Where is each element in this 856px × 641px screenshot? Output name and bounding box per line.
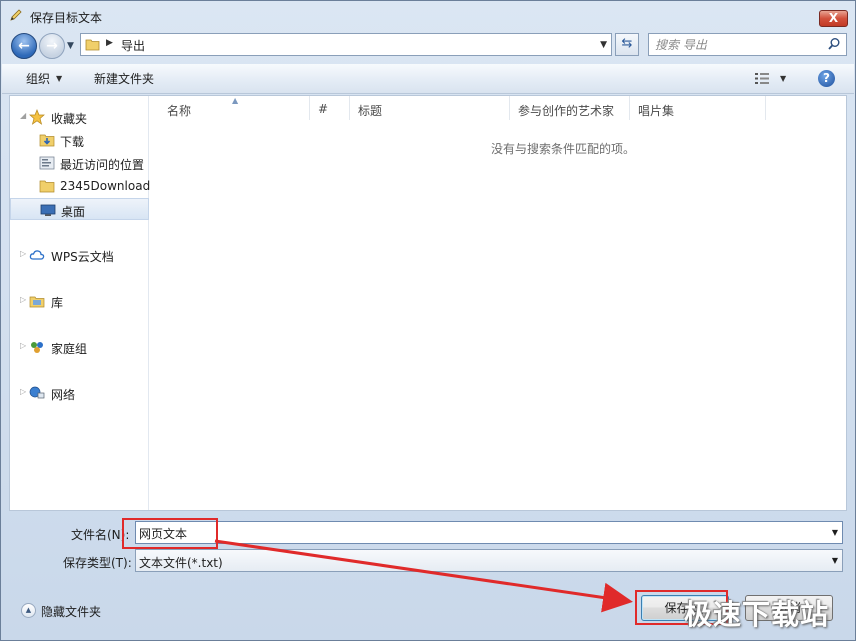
filename-combobox[interactable]: ▼ (135, 521, 843, 544)
address-path[interactable]: 导出 (121, 37, 145, 54)
download-folder-icon (39, 134, 55, 147)
column-header-album[interactable]: 唱片集 (630, 96, 766, 120)
chevron-up-icon[interactable]: ▲ (21, 603, 36, 618)
nav-favorites[interactable]: ◢ 收藏夹 (10, 106, 149, 128)
address-bar[interactable]: ▶ 导出 ▼ (80, 33, 612, 56)
folder-icon (85, 39, 100, 51)
hide-folders-label: 隐藏文件夹 (41, 605, 102, 619)
nav-2345download[interactable]: 2345Download (10, 175, 151, 197)
column-header-title[interactable]: 标题 (350, 96, 510, 120)
expand-icon[interactable]: ▷ (20, 295, 26, 304)
recent-places-icon (39, 156, 55, 170)
nav-label: 下载 (60, 135, 85, 149)
column-header-number[interactable]: # (310, 96, 350, 120)
nav-recent-places[interactable]: 最近访问的位置 (10, 152, 149, 174)
cloud-icon (29, 250, 45, 260)
chevron-down-icon[interactable]: ▼ (832, 528, 838, 537)
expand-icon[interactable]: ◢ (20, 111, 26, 120)
nav-label: WPS云文档 (51, 250, 114, 264)
save-dialog: 保存目标文本 X ← → ▼ ▶ 导出 ▼ ⇆ 组织 ▼ 新建文件夹 ▼ ? (0, 0, 856, 641)
forward-button[interactable]: → (39, 33, 65, 59)
filename-label: 文件名(N): (71, 528, 130, 542)
arrow-left-icon: ← (18, 38, 30, 54)
chevron-right-icon[interactable]: ▶ (106, 38, 113, 48)
column-header-artist[interactable]: 参与创作的艺术家 (510, 96, 630, 120)
chevron-down-icon[interactable]: ▼ (832, 556, 838, 565)
close-icon: X (828, 11, 839, 25)
nav-downloads[interactable]: 下载 (10, 129, 149, 151)
nav-label: 家庭组 (51, 342, 88, 356)
new-folder-button[interactable]: 新建文件夹 (94, 70, 154, 87)
folder-icon (39, 180, 55, 193)
search-box[interactable] (648, 33, 847, 56)
homegroup-icon (31, 342, 43, 353)
chevron-down-icon[interactable]: ▼ (600, 40, 607, 50)
navigation-pane[interactable]: ◢ 收藏夹 下载 最近访问的位置 2345Download 桌面 ▷ WPS云文… (10, 96, 151, 510)
network-icon (29, 386, 45, 399)
nav-network[interactable]: ▷ 网络 (10, 382, 149, 404)
content-area: ◢ 收藏夹 下载 最近访问的位置 2345Download 桌面 ▷ WPS云文… (9, 95, 847, 511)
help-icon[interactable]: ? (818, 70, 835, 87)
nav-label: 桌面 (61, 205, 86, 219)
watermark-text: 极速下载站 (684, 598, 830, 631)
expand-icon[interactable]: ▷ (20, 341, 26, 350)
filetype-value: 文本文件(*.txt) (139, 556, 223, 570)
nav-label: 库 (51, 296, 64, 310)
expand-icon[interactable]: ▷ (20, 387, 26, 396)
nav-homegroup[interactable]: ▷ 家庭组 (10, 336, 149, 358)
file-list[interactable]: ▲ 名称 # 标题 参与创作的艺术家 唱片集 没有与搜索条件匹配的项。 (150, 96, 846, 510)
pencil-icon (10, 9, 22, 21)
column-header-name[interactable]: 名称 (159, 96, 310, 120)
filetype-label: 保存类型(T): (63, 556, 132, 570)
nav-libraries[interactable]: ▷ 库 (10, 290, 149, 312)
nav-label: 最近访问的位置 (60, 158, 145, 172)
filetype-select[interactable]: 文本文件(*.txt) ▼ (135, 549, 843, 572)
organize-button[interactable]: 组织 (26, 70, 50, 87)
star-icon (29, 109, 45, 125)
empty-message: 没有与搜索条件匹配的项。 (490, 142, 635, 156)
refresh-icon: ⇆ (621, 36, 633, 51)
back-button[interactable]: ← (11, 33, 37, 59)
close-button[interactable]: X (819, 10, 848, 27)
search-input[interactable] (655, 37, 820, 53)
refresh-button[interactable]: ⇆ (615, 33, 639, 56)
nav-desktop[interactable]: 桌面 (10, 198, 149, 220)
nav-label: 网络 (51, 388, 76, 402)
window-title: 保存目标文本 (30, 11, 103, 25)
nav-wps-cloud[interactable]: ▷ WPS云文档 (10, 244, 149, 266)
nav-label: 2345Download (60, 179, 151, 193)
chevron-down-icon[interactable]: ▼ (780, 74, 786, 83)
nav-label: 收藏夹 (51, 112, 88, 126)
expand-icon[interactable]: ▷ (20, 249, 26, 258)
library-icon (29, 296, 45, 308)
desktop-icon (40, 204, 56, 216)
search-icon[interactable] (827, 37, 841, 51)
view-options-icon[interactable] (754, 72, 770, 85)
chevron-down-icon[interactable]: ▼ (56, 74, 62, 83)
filename-input[interactable] (139, 525, 819, 541)
command-toolbar: 组织 ▼ 新建文件夹 ▼ ? (2, 64, 854, 94)
title-bar: 保存目标文本 X (1, 1, 855, 29)
arrow-right-icon: → (46, 38, 58, 54)
history-dropdown-icon[interactable]: ▼ (67, 41, 74, 51)
